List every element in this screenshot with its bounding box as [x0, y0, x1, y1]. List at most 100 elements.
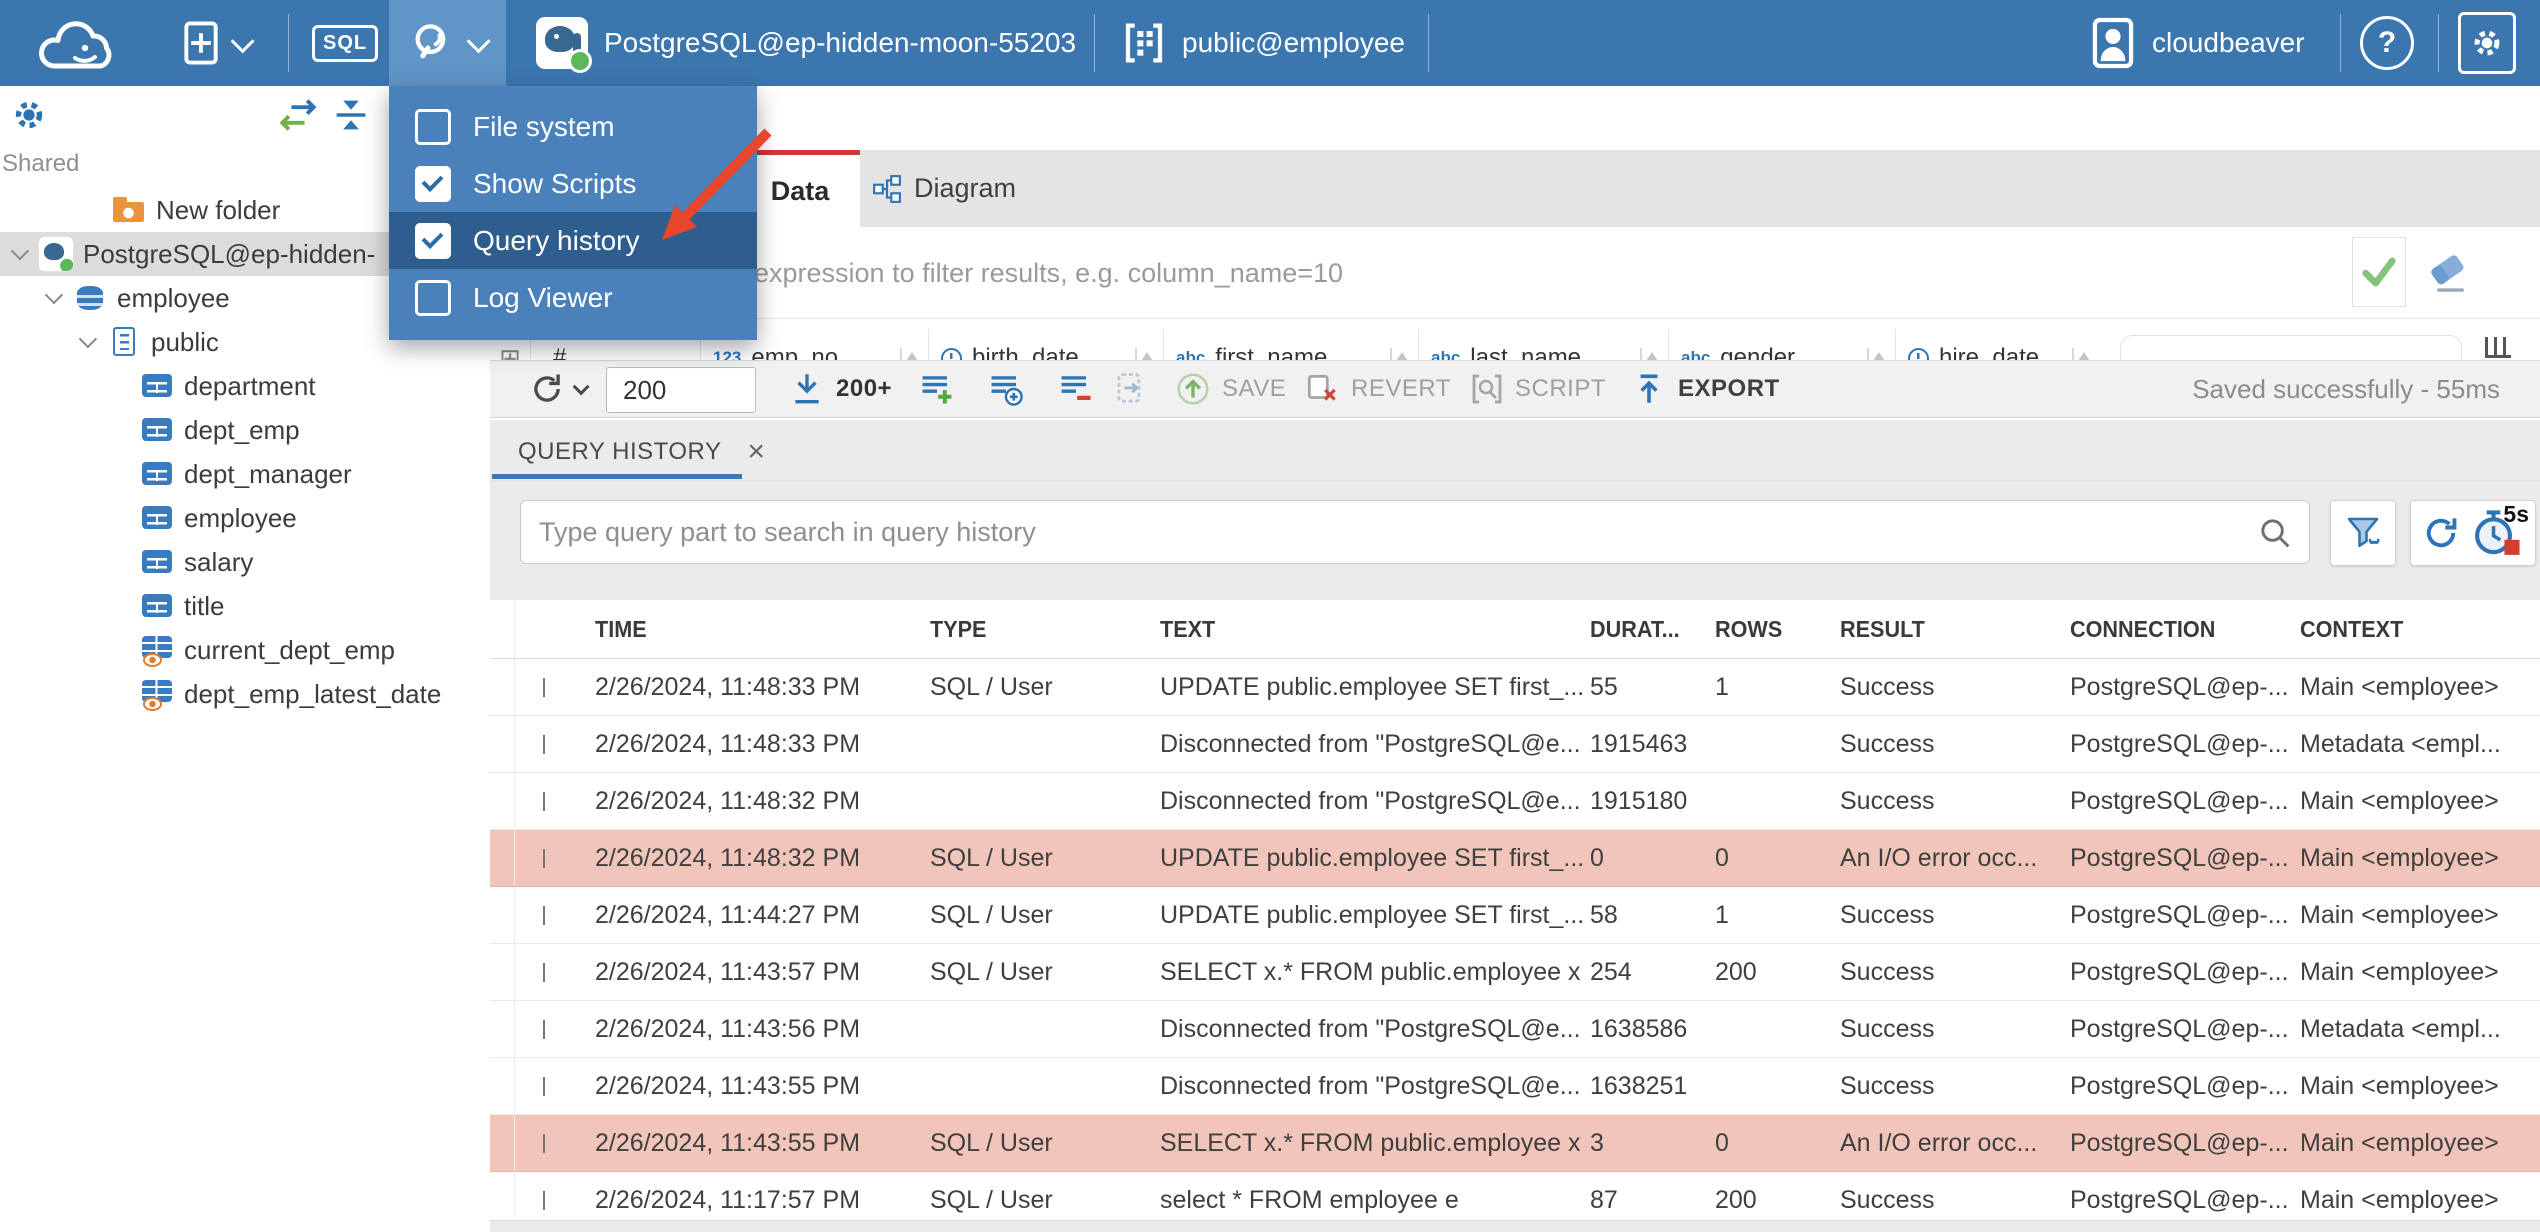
new-connection-button[interactable]	[182, 0, 255, 86]
grid-column-header[interactable]: abc last_name	[1418, 329, 1668, 360]
expand-row-chevron-icon[interactable]	[543, 906, 545, 925]
expand-row-chevron-icon[interactable]	[543, 1191, 545, 1210]
horizontal-scrollbar[interactable]	[2120, 335, 2462, 360]
tree-item[interactable]: dept_emp_latest_date	[0, 672, 490, 716]
col-result[interactable]: RESULT	[1840, 616, 2056, 643]
expand-row-chevron-icon[interactable]	[543, 1077, 545, 1096]
query-history-search-input[interactable]	[520, 500, 2310, 564]
grid-corner-icon[interactable]: ⊞	[490, 343, 530, 361]
tree-item[interactable]: department	[0, 364, 490, 408]
tab-query-history[interactable]: QUERY HISTORY ×	[490, 424, 765, 480]
link-editor-icon[interactable]	[278, 98, 318, 132]
checkbox-icon[interactable]	[415, 222, 451, 259]
grid-column-header[interactable]: birth_date	[928, 329, 1163, 360]
expand-chevron-icon[interactable]	[44, 285, 64, 304]
sort-icon[interactable]	[1390, 348, 1408, 360]
fetch-size-input[interactable]	[606, 367, 756, 413]
delete-row-button[interactable]	[1056, 361, 1096, 417]
apply-filter-button[interactable]	[2352, 237, 2406, 307]
cloudbeaver-logo[interactable]	[22, 0, 132, 86]
col-rows[interactable]: ROWS	[1715, 616, 1833, 643]
sort-icon[interactable]	[1135, 348, 1153, 360]
save-button[interactable]: SAVE	[1174, 361, 1286, 417]
query-history-row[interactable]: 2/26/2024, 11:48:33 PM SQL / User UPDATE…	[490, 659, 2540, 716]
checkbox-icon[interactable]	[415, 165, 451, 202]
menu-item[interactable]: File system	[389, 98, 757, 155]
tab-diagram[interactable]: Diagram	[872, 150, 1032, 227]
expand-row-chevron-icon[interactable]	[543, 678, 545, 697]
expand-row-chevron-icon[interactable]	[543, 792, 545, 811]
collapse-all-icon[interactable]	[332, 98, 370, 132]
expand-chevron-icon[interactable]	[10, 241, 30, 260]
expand-row-chevron-icon[interactable]	[543, 1020, 545, 1039]
grid-column-header[interactable]: abc first_name	[1163, 329, 1418, 360]
user-menu[interactable]: cloudbeaver	[2090, 0, 2305, 86]
search-icon[interactable]	[2258, 516, 2292, 550]
columns-icon[interactable]	[2485, 337, 2511, 358]
menu-item[interactable]: Query history	[389, 212, 757, 269]
query-history-row[interactable]: 2/26/2024, 11:48:32 PM Disconnected from…	[490, 773, 2540, 830]
cell-connection: PostgreSQL@ep-...	[2070, 786, 2289, 815]
tree-item[interactable]: current_dept_emp	[0, 628, 490, 672]
fetch-more-button[interactable]: 200+	[788, 361, 892, 417]
expand-row-chevron-icon[interactable]	[543, 963, 545, 982]
tree-item-icon	[73, 281, 107, 315]
close-icon[interactable]: ×	[747, 437, 765, 467]
tree-item-label: New folder	[156, 194, 281, 225]
auto-refresh-timer-button[interactable]: 5s	[2471, 501, 2529, 559]
revert-button[interactable]: REVERT	[1303, 361, 1451, 417]
sort-icon[interactable]	[1867, 348, 1885, 360]
grid-column-header[interactable]: abc gender	[1668, 329, 1895, 360]
menu-item[interactable]: Show Scripts	[389, 155, 757, 212]
grid-column-header[interactable]: hire_date	[1895, 329, 2100, 360]
query-history-row[interactable]: 2/26/2024, 11:48:32 PM SQL / User UPDATE…	[490, 830, 2540, 887]
expand-chevron-icon[interactable]	[78, 329, 98, 348]
divider	[288, 14, 289, 72]
expand-row-chevron-icon[interactable]	[543, 1134, 545, 1153]
auto-refresh-button[interactable]	[1110, 361, 1150, 417]
query-history-row[interactable]: 2/26/2024, 11:44:27 PM SQL / User UPDATE…	[490, 887, 2540, 944]
col-duration[interactable]: DURAT...	[1590, 616, 1708, 643]
checkbox-icon[interactable]	[415, 108, 451, 145]
tree-item[interactable]: salary	[0, 540, 490, 584]
sort-icon[interactable]	[1640, 348, 1658, 360]
col-time[interactable]: TIME	[595, 616, 910, 643]
query-history-row[interactable]: 2/26/2024, 11:43:57 PM SQL / User SELECT…	[490, 944, 2540, 1001]
col-text[interactable]: TEXT	[1160, 616, 1564, 643]
expand-row-chevron-icon[interactable]	[543, 849, 545, 868]
col-connection[interactable]: CONNECTION	[2070, 616, 2286, 643]
query-history-row[interactable]: 2/26/2024, 11:48:33 PM Disconnected from…	[490, 716, 2540, 773]
query-history-row[interactable]: 2/26/2024, 11:43:56 PM Disconnected from…	[490, 1001, 2540, 1058]
filter-button[interactable]	[2330, 500, 2396, 566]
sql-editor-button[interactable]: SQL	[312, 0, 379, 86]
settings-button[interactable]	[2458, 0, 2516, 86]
clear-filter-button[interactable]	[2422, 247, 2472, 297]
tools-menu-trigger[interactable]	[389, 0, 506, 86]
export-button[interactable]: EXPORT	[1630, 361, 1780, 417]
sidebar-settings-icon[interactable]	[12, 98, 46, 132]
expand-row-chevron-icon[interactable]	[543, 735, 545, 754]
save-label: SAVE	[1222, 375, 1287, 402]
col-type[interactable]: TYPE	[930, 616, 1146, 643]
query-history-row[interactable]: 2/26/2024, 11:43:55 PM SQL / User SELECT…	[490, 1115, 2540, 1172]
sort-icon[interactable]	[900, 348, 918, 360]
tree-item[interactable]: dept_manager	[0, 452, 490, 496]
help-button[interactable]: ?	[2360, 0, 2414, 86]
tab-data[interactable]: Data	[740, 150, 860, 227]
tree-item[interactable]: title	[0, 584, 490, 628]
tree-item[interactable]: dept_emp	[0, 408, 490, 452]
schema-selector[interactable]: public@employee	[1120, 0, 1405, 86]
tree-item[interactable]: employee	[0, 496, 490, 540]
script-button[interactable]: SCRIPT	[1469, 361, 1606, 417]
duplicate-row-button[interactable]	[986, 361, 1026, 417]
checkbox-icon[interactable]	[415, 279, 451, 316]
connection-selector[interactable]: PostgreSQL@ep-hidden-moon-55203	[536, 0, 1076, 86]
sort-icon[interactable]	[2072, 348, 2090, 360]
filter-expression-input[interactable]	[752, 241, 2336, 305]
refresh-history-button[interactable]	[2419, 511, 2463, 555]
query-history-row[interactable]: 2/26/2024, 11:43:55 PM Disconnected from…	[490, 1058, 2540, 1115]
col-context[interactable]: CONTEXT	[2300, 616, 2526, 643]
add-row-button[interactable]	[917, 361, 957, 417]
refresh-button[interactable]	[527, 361, 590, 417]
menu-item[interactable]: Log Viewer	[389, 269, 757, 326]
